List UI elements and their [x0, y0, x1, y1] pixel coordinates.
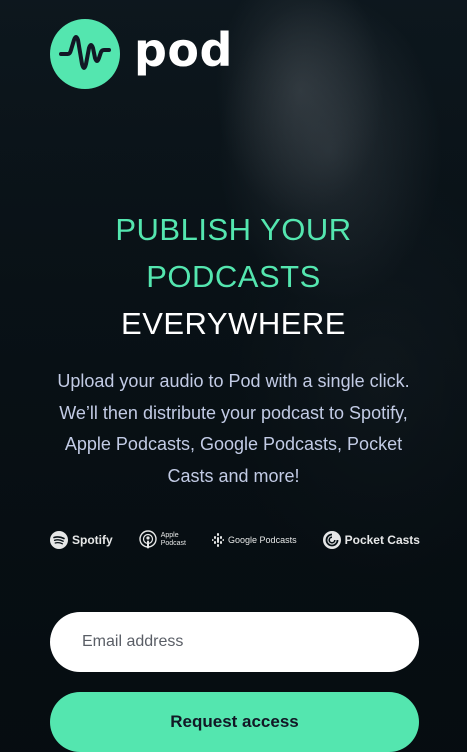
- hero-description: Upload your audio to Pod with a single c…: [57, 371, 410, 486]
- waveform-icon: [50, 19, 120, 89]
- hero-title-line-2: PODCASTS: [146, 259, 321, 294]
- google-podcasts-label: Google Podcasts: [228, 535, 297, 545]
- request-access-button[interactable]: Request access: [50, 692, 419, 752]
- apple-podcasts-label: Apple Podcast: [161, 532, 186, 548]
- spotify-icon: [50, 531, 68, 549]
- apple-label-line-2: Podcast: [160, 540, 186, 547]
- hero-title: PUBLISH YOUR PODCASTS EVERYWHERE: [0, 206, 467, 347]
- apple-podcasts-logo: Apple Podcast: [139, 530, 186, 550]
- pocket-casts-label: Pocket Casts: [344, 533, 420, 547]
- logo[interactable]: pod: [50, 19, 233, 89]
- pocket-casts-icon: [322, 531, 341, 549]
- brand-name: pod: [134, 23, 233, 77]
- landing-page: pod PUBLISH YOUR PODCASTS EVERYWHERE Upl…: [0, 0, 467, 752]
- hero-title-line-3: EVERYWHERE: [121, 306, 346, 341]
- apple-label-line-1: Apple: [160, 532, 179, 539]
- apple-podcasts-icon: [139, 530, 157, 549]
- email-input[interactable]: [50, 612, 419, 672]
- google-podcasts-logo: Google Podcasts: [212, 533, 297, 547]
- google-podcasts-icon: [212, 533, 225, 547]
- platform-logos: Spotify Apple Podcast Google Podcasts Po…: [50, 530, 420, 550]
- pocket-casts-logo: Pocket Casts: [322, 531, 420, 549]
- spotify-logo: Spotify: [50, 531, 113, 549]
- spotify-label: Spotify: [72, 533, 113, 547]
- hero-title-line-1: PUBLISH YOUR: [115, 212, 352, 247]
